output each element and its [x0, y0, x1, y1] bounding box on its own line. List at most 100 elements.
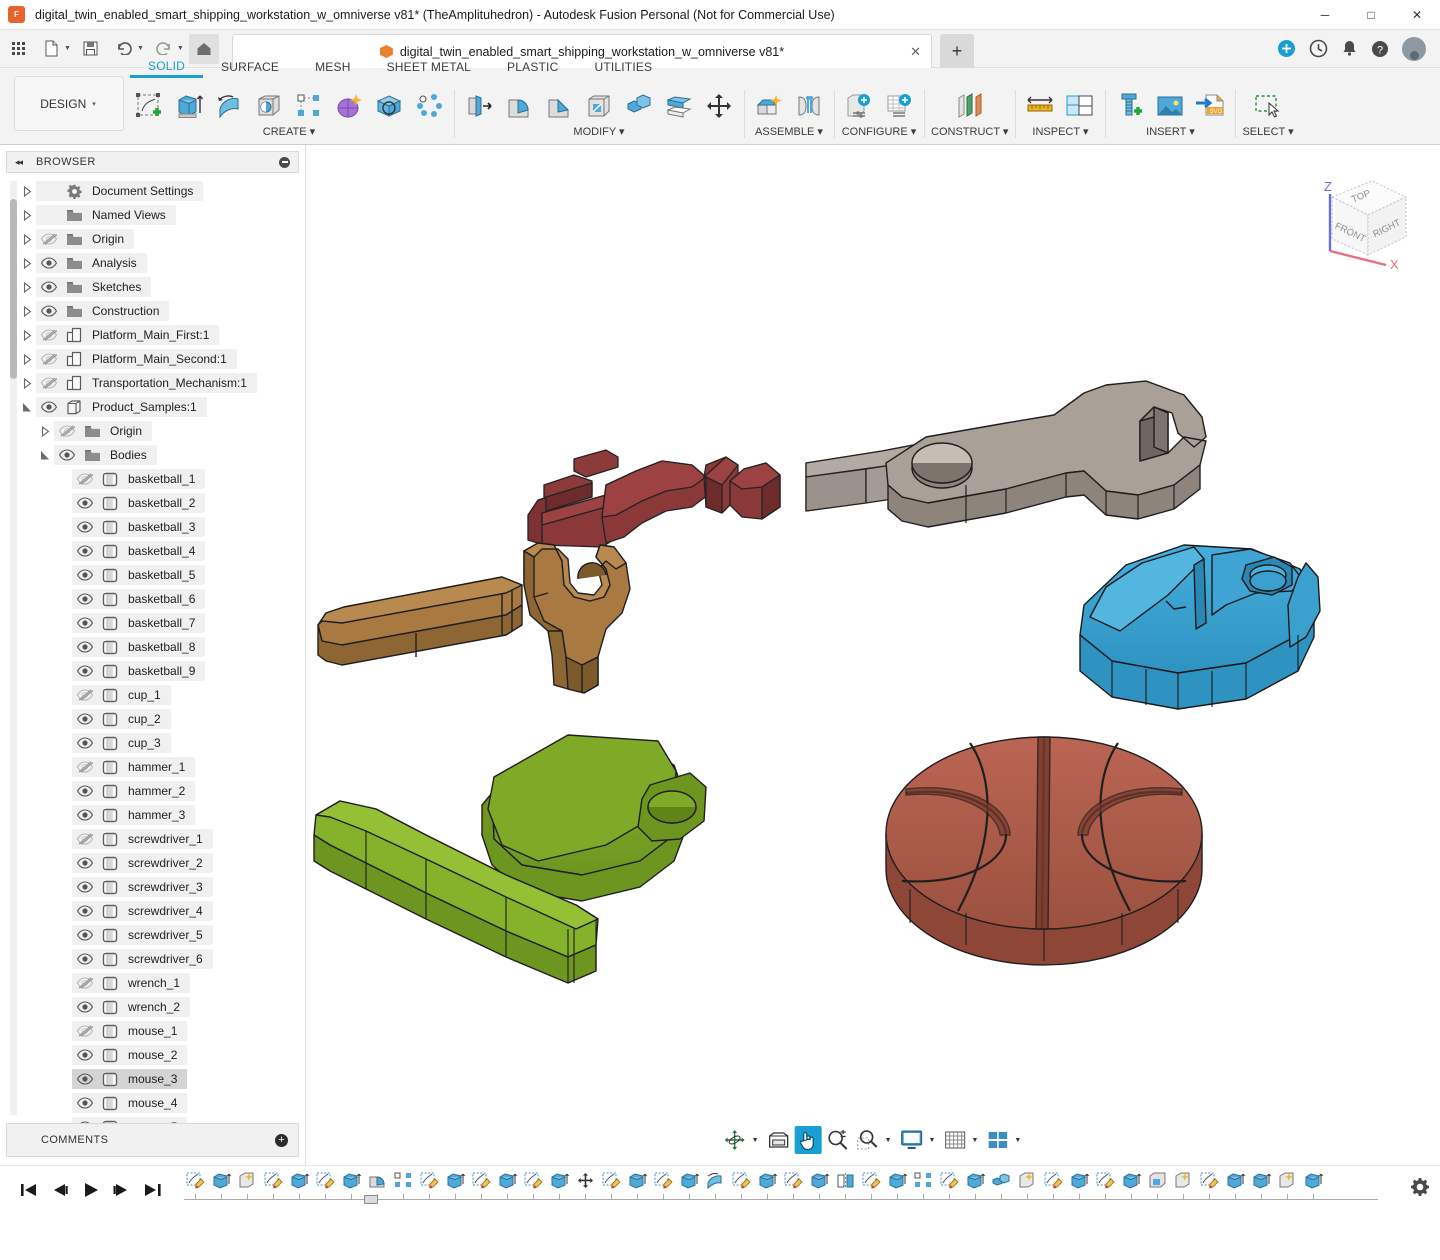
timeline-feature-extrude[interactable] [678, 1168, 700, 1194]
timeline-feature-shell[interactable] [1146, 1168, 1168, 1194]
visibility-on-icon[interactable] [36, 301, 62, 321]
visibility-on-icon[interactable] [72, 733, 98, 753]
new-component-icon[interactable] [751, 88, 787, 124]
pan-button[interactable] [795, 1126, 822, 1154]
node-content[interactable]: basketball_7 [72, 613, 205, 633]
create-form-icon[interactable] [331, 88, 367, 124]
browser-node-document-settings[interactable]: Document Settings [0, 179, 305, 203]
browser-node-wrench-2[interactable]: wrench_2 [0, 995, 305, 1019]
viewports-caret-icon[interactable]: ▼ [1014, 1137, 1021, 1144]
shell-icon[interactable] [581, 88, 617, 124]
timeline-feature-combine[interactable] [990, 1168, 1012, 1194]
redo-caret-icon[interactable]: ▼ [177, 45, 184, 52]
panel-construct-label[interactable]: CONSTRUCT ▾ [931, 125, 1008, 138]
timeline-feature-extrude[interactable] [756, 1168, 778, 1194]
timeline-feature-sketch[interactable] [600, 1168, 622, 1194]
offset-face-icon[interactable] [661, 88, 697, 124]
timeline-feature-extrude[interactable] [886, 1168, 908, 1194]
timeline-marker[interactable] [364, 1195, 378, 1204]
timeline-feature-new-component[interactable] [236, 1168, 258, 1194]
browser-node-screwdriver-4[interactable]: screwdriver_4 [0, 899, 305, 923]
maximize-button[interactable]: □ [1348, 0, 1394, 30]
visibility-on-icon[interactable] [54, 445, 80, 465]
visibility-on-icon[interactable] [72, 517, 98, 537]
node-content[interactable]: screwdriver_2 [72, 853, 213, 873]
timeline-feature-extrude[interactable] [964, 1168, 986, 1194]
save-icon[interactable] [76, 34, 106, 64]
step-back-icon[interactable] [51, 1182, 69, 1198]
timeline-feature-sketch[interactable] [860, 1168, 882, 1194]
visibility-off-icon[interactable] [72, 973, 98, 993]
node-content[interactable]: mouse_4 [72, 1093, 187, 1113]
browser-minimize-icon[interactable] [279, 157, 290, 168]
tree-expander-icon[interactable] [18, 397, 36, 417]
browser-node-basketball-8[interactable]: basketball_8 [0, 635, 305, 659]
panel-create-label[interactable]: CREATE ▾ [263, 125, 315, 138]
loft-icon[interactable] [371, 88, 407, 124]
node-content[interactable]: Construction [36, 301, 169, 321]
browser-node-hammer-1[interactable]: hammer_1 [0, 755, 305, 779]
timeline-feature-new-component[interactable] [1016, 1168, 1038, 1194]
timeline-feature-sketch[interactable] [184, 1168, 206, 1194]
browser-node-named-views[interactable]: Named Views [0, 203, 305, 227]
node-content[interactable]: screwdriver_1 [72, 829, 213, 849]
browser-node-sketches[interactable]: Sketches [0, 275, 305, 299]
tree-expander-icon[interactable] [36, 421, 54, 441]
tree-expander-icon[interactable] [18, 205, 36, 225]
browser-node-mouse-4[interactable]: mouse_4 [0, 1091, 305, 1115]
browser-node-wrench-1[interactable]: wrench_1 [0, 971, 305, 995]
node-content[interactable]: hammer_3 [72, 805, 195, 825]
add-comment-icon[interactable]: + [275, 1134, 288, 1147]
tree-expander-icon[interactable] [18, 253, 36, 273]
visibility-off-icon[interactable] [36, 349, 62, 369]
timeline-feature-extrude[interactable] [496, 1168, 518, 1194]
new-document-caret-icon[interactable]: ▼ [64, 45, 71, 52]
timeline-feature-sketch[interactable] [418, 1168, 440, 1194]
visibility-off-icon[interactable] [72, 469, 98, 489]
tree-expander-icon[interactable] [18, 301, 36, 321]
browser-node-basketball-9[interactable]: basketball_9 [0, 659, 305, 683]
go-to-end-icon[interactable] [144, 1182, 162, 1198]
insert-image-icon[interactable] [1152, 88, 1188, 124]
visibility-on-icon[interactable] [72, 1093, 98, 1113]
insert-mcmaster-icon[interactable] [1112, 88, 1148, 124]
tab-sheet-metal[interactable]: SHEET METAL [369, 56, 489, 78]
node-content[interactable]: Bodies [54, 445, 157, 465]
display-settings-caret-icon[interactable]: ▼ [929, 1137, 936, 1144]
node-content[interactable]: mouse_5 [72, 1117, 187, 1123]
node-content[interactable]: mouse_2 [72, 1045, 187, 1065]
visibility-on-icon[interactable] [72, 805, 98, 825]
display-settings-button[interactable] [898, 1126, 926, 1154]
notifications-bell-icon[interactable] [1341, 39, 1358, 58]
visibility-on-icon[interactable] [72, 589, 98, 609]
configure-design-icon[interactable] [841, 88, 877, 124]
browser-node-screwdriver-3[interactable]: screwdriver_3 [0, 875, 305, 899]
tree-expander-icon[interactable] [36, 445, 54, 465]
app-grid-icon[interactable] [3, 34, 33, 64]
rectangular-pattern-icon[interactable] [291, 88, 327, 124]
timeline-feature-extrude[interactable] [340, 1168, 362, 1194]
undo-caret-icon[interactable]: ▼ [137, 45, 144, 52]
panel-insert-label[interactable]: INSERT ▾ [1146, 125, 1195, 138]
go-to-beginning-icon[interactable] [20, 1182, 38, 1198]
fillet-icon[interactable] [501, 88, 537, 124]
minimize-button[interactable]: ─ [1302, 0, 1348, 30]
timeline-feature-extrude[interactable] [288, 1168, 310, 1194]
timeline-feature-move[interactable] [574, 1168, 596, 1194]
timeline-feature-new-component[interactable] [1172, 1168, 1194, 1194]
tree-expander-icon[interactable] [18, 277, 36, 297]
timeline-feature-sketch[interactable] [1042, 1168, 1064, 1194]
node-content[interactable]: screwdriver_3 [72, 877, 213, 897]
model-cup[interactable] [314, 735, 706, 983]
tree-expander-icon[interactable] [18, 349, 36, 369]
node-content[interactable]: hammer_2 [72, 781, 195, 801]
browser-node-transportation-mechanism-1[interactable]: Transportation_Mechanism:1 [0, 371, 305, 395]
browser-node-mouse-5[interactable]: mouse_5 [0, 1115, 305, 1123]
extension-icon[interactable] [1277, 39, 1296, 58]
node-content[interactable]: basketball_1 [72, 469, 205, 489]
node-content[interactable]: mouse_1 [72, 1021, 187, 1041]
node-content[interactable]: wrench_2 [72, 997, 190, 1017]
node-content[interactable]: cup_1 [72, 685, 171, 705]
section-analysis-icon[interactable] [1062, 88, 1098, 124]
hole-icon[interactable] [251, 88, 287, 124]
